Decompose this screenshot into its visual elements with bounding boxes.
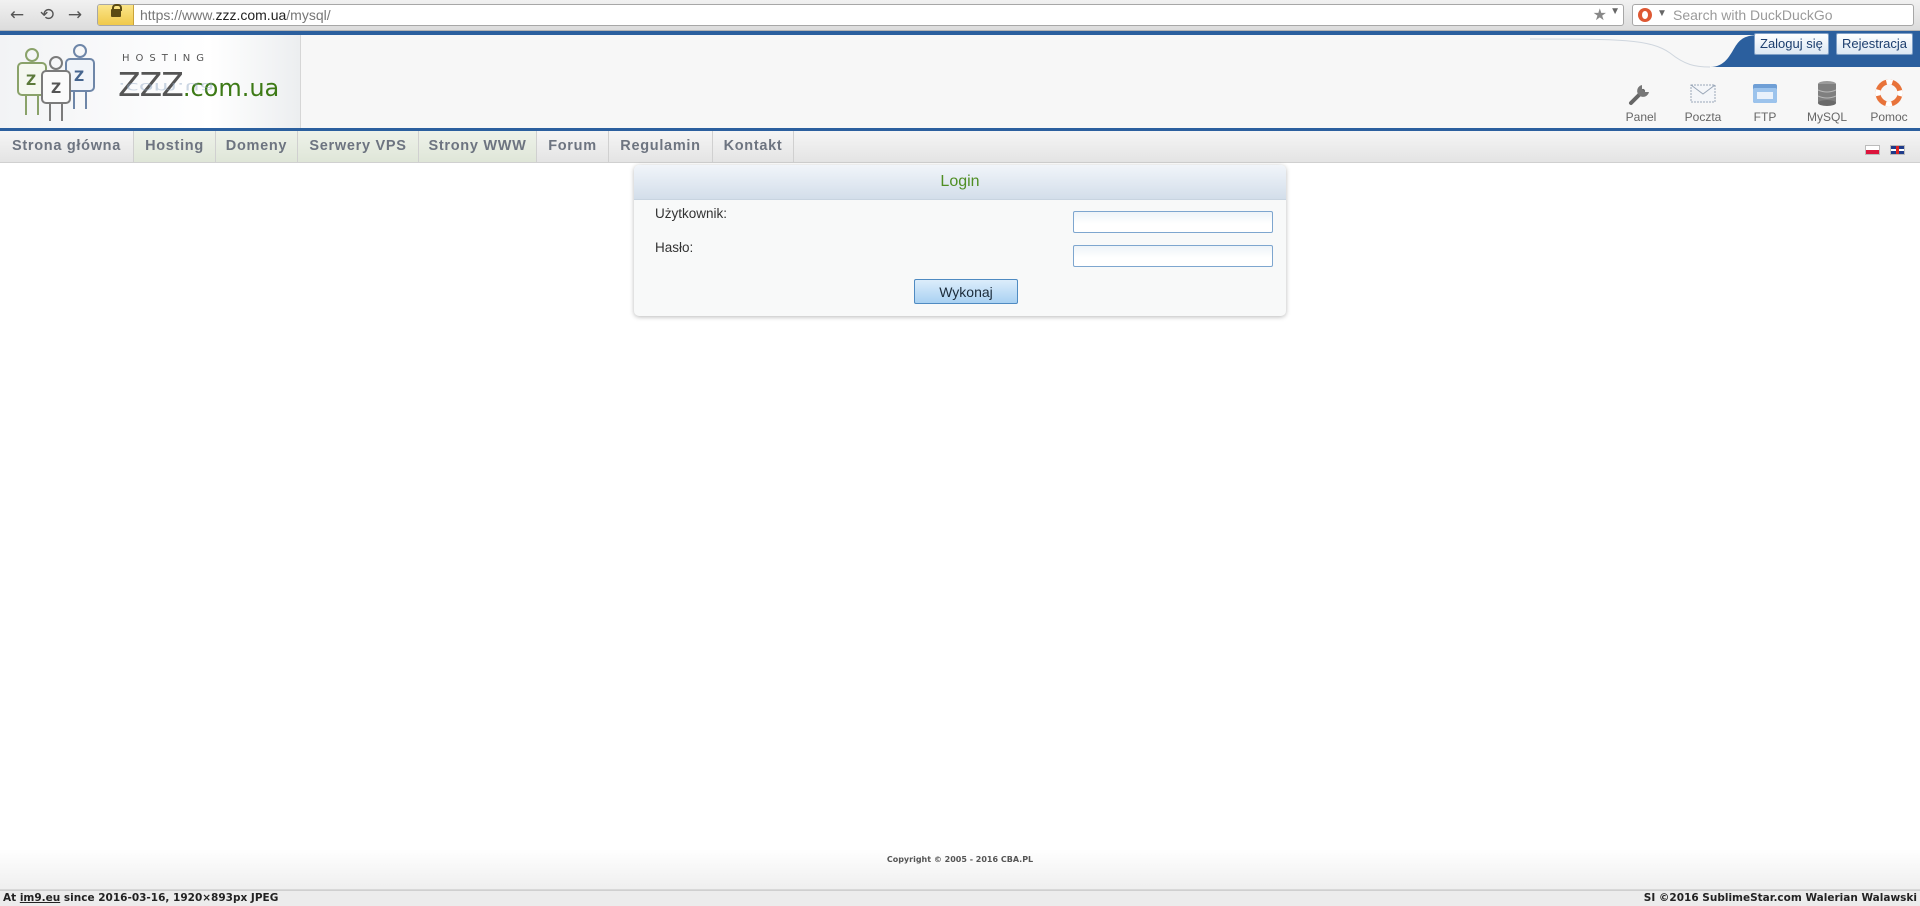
search-bar[interactable]: ▼ Search with DuckDuckGo [1632,4,1914,26]
register-button[interactable]: Rejestracja [1836,33,1914,55]
nav-item-domeny[interactable]: Domeny [216,131,298,162]
search-engine-dropdown-icon[interactable]: ▼ [1657,8,1667,19]
page-footer: Copyright © 2005 - 2016 CBA.PL [0,849,1920,890]
submit-button[interactable]: Wykonaj [914,279,1018,304]
people-logo-icon: Z Z Z [17,44,95,121]
nav-item-kontakt[interactable]: Kontakt [713,131,794,162]
nav-item-strona-glowna[interactable]: Strona główna [0,131,134,162]
copyright-text: Copyright © 2005 - 2016 CBA.PL [886,855,1034,864]
image-host-link[interactable]: im9.eu [20,892,60,904]
svg-text:Z: Z [74,69,84,85]
svg-text:Z: Z [51,81,61,97]
nav-item-forum[interactable]: Forum [537,131,609,162]
logo-reflection: .com.ua [118,79,215,95]
nav-item-strony-www[interactable]: Strony WWW [419,131,537,162]
nav-item-regulamin[interactable]: Regulamin [609,131,713,162]
bookmark-star-icon[interactable]: ★ [1593,5,1607,25]
username-label: Użytkownik: [655,206,728,221]
login-title: Login [634,165,1286,200]
quick-link-pomoc[interactable]: Pomoc [1859,79,1919,125]
search-placeholder: Search with DuckDuckGo [1673,7,1833,23]
en-flag-icon[interactable] [1890,145,1905,155]
quick-link-ftp[interactable]: FTP [1735,79,1795,125]
username-input[interactable] [1073,211,1273,233]
image-host-credit: SI ©2016 SublimeStar.com Walerian Walaws… [1643,892,1917,904]
quick-link-poczta[interactable]: Poczta [1673,79,1733,125]
image-host-info: At im9.eu since 2016-03-16, 1920×893px J… [3,892,279,904]
logo[interactable]: Z Z Z HOSTING ZZZ.com.ua .com.ua [0,35,301,128]
nav-item-serwery-vps[interactable]: Serwery VPS [298,131,419,162]
browser-toolbar: ← ⟲ → https://www.zzz.com.ua/mysql/ ★ ▼ … [0,0,1920,31]
logo-hosting-text: HOSTING [122,53,211,64]
site-identity[interactable] [98,4,134,25]
password-label: Hasło: [655,240,694,255]
reload-icon[interactable]: ⟲ [36,4,58,26]
nav-item-hosting[interactable]: Hosting [134,131,216,162]
password-input[interactable] [1073,245,1273,267]
url-dropdown-icon[interactable]: ▼ [1610,6,1620,17]
quick-link-panel[interactable]: Panel [1611,79,1671,125]
svg-text:Z: Z [26,73,36,89]
ftp-folder-icon [1753,84,1777,103]
forward-arrow-icon[interactable]: → [64,4,86,26]
image-host-bar: At im9.eu since 2016-03-16, 1920×893px J… [0,890,1920,906]
lifebuoy-icon [1875,79,1903,107]
url-text: https://www.zzz.com.ua/mysql/ [140,7,331,23]
duckduckgo-icon[interactable] [1638,8,1652,22]
address-bar[interactable]: https://www.zzz.com.ua/mysql/ ★ ▼ [97,4,1624,26]
quick-link-mysql[interactable]: MySQL [1797,79,1857,125]
lock-icon [111,4,122,17]
login-button[interactable]: Zaloguj się [1754,33,1829,55]
login-panel: Login Użytkownik: Hasło: Wykonaj [634,165,1286,316]
database-icon [1817,81,1837,106]
envelope-icon [1690,84,1716,103]
pl-flag-icon[interactable] [1865,145,1880,155]
main-nav: Strona główna Hosting Domeny Serwery VPS… [0,131,1920,163]
back-arrow-icon[interactable]: ← [6,4,28,26]
wrench-icon [1629,85,1649,105]
